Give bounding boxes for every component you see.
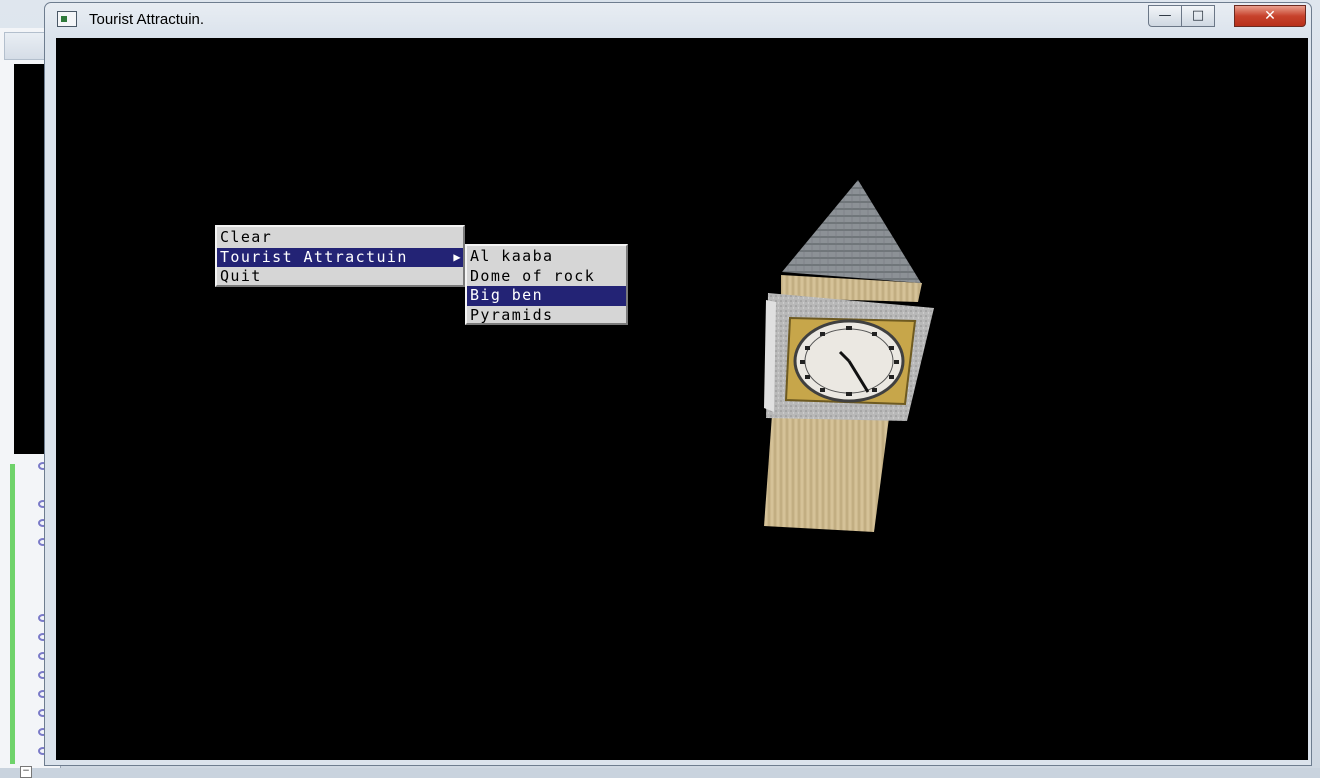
minimize-button[interactable]: — bbox=[1148, 5, 1182, 27]
submenu-item-dome-of-rock[interactable]: Dome of rock bbox=[467, 267, 626, 287]
submenu: Al kaaba Dome of rock Big ben Pyramids bbox=[465, 244, 628, 325]
submenu-item-label: Dome of rock bbox=[470, 266, 596, 285]
submenu-item-label: Big ben bbox=[470, 286, 544, 304]
submenu-item-al-kaaba[interactable]: Al kaaba bbox=[467, 247, 626, 267]
menu-item-quit[interactable]: Quit bbox=[217, 267, 463, 287]
submenu-arrow-icon: ▶ bbox=[453, 249, 462, 264]
submenu-item-pyramids[interactable]: Pyramids bbox=[467, 306, 626, 326]
submenu-item-label: Pyramids bbox=[470, 305, 554, 324]
submenu-item-label: Al kaaba bbox=[470, 247, 554, 265]
submenu-item-big-ben[interactable]: Big ben bbox=[467, 286, 626, 306]
menu-item-label: Tourist Attractuin bbox=[220, 247, 408, 266]
maximize-button[interactable]: □ bbox=[1181, 5, 1215, 27]
background-editor-margin bbox=[10, 464, 15, 764]
app-window-icon[interactable] bbox=[57, 11, 77, 27]
menu-item-clear[interactable]: Clear bbox=[217, 228, 463, 248]
app-window: Tourist Attractuin. — □ ✕ bbox=[44, 2, 1312, 766]
menu-item-label: Clear bbox=[220, 228, 273, 246]
opengl-canvas[interactable] bbox=[56, 38, 1308, 760]
close-button[interactable]: ✕ bbox=[1234, 5, 1306, 27]
menu-item-tourist-attraction[interactable]: Tourist Attractuin ▶ bbox=[217, 247, 463, 267]
window-title: Tourist Attractuin. bbox=[89, 11, 205, 28]
context-menu: Clear Tourist Attractuin ▶ Quit bbox=[215, 225, 465, 287]
menu-item-label: Quit bbox=[220, 267, 262, 285]
